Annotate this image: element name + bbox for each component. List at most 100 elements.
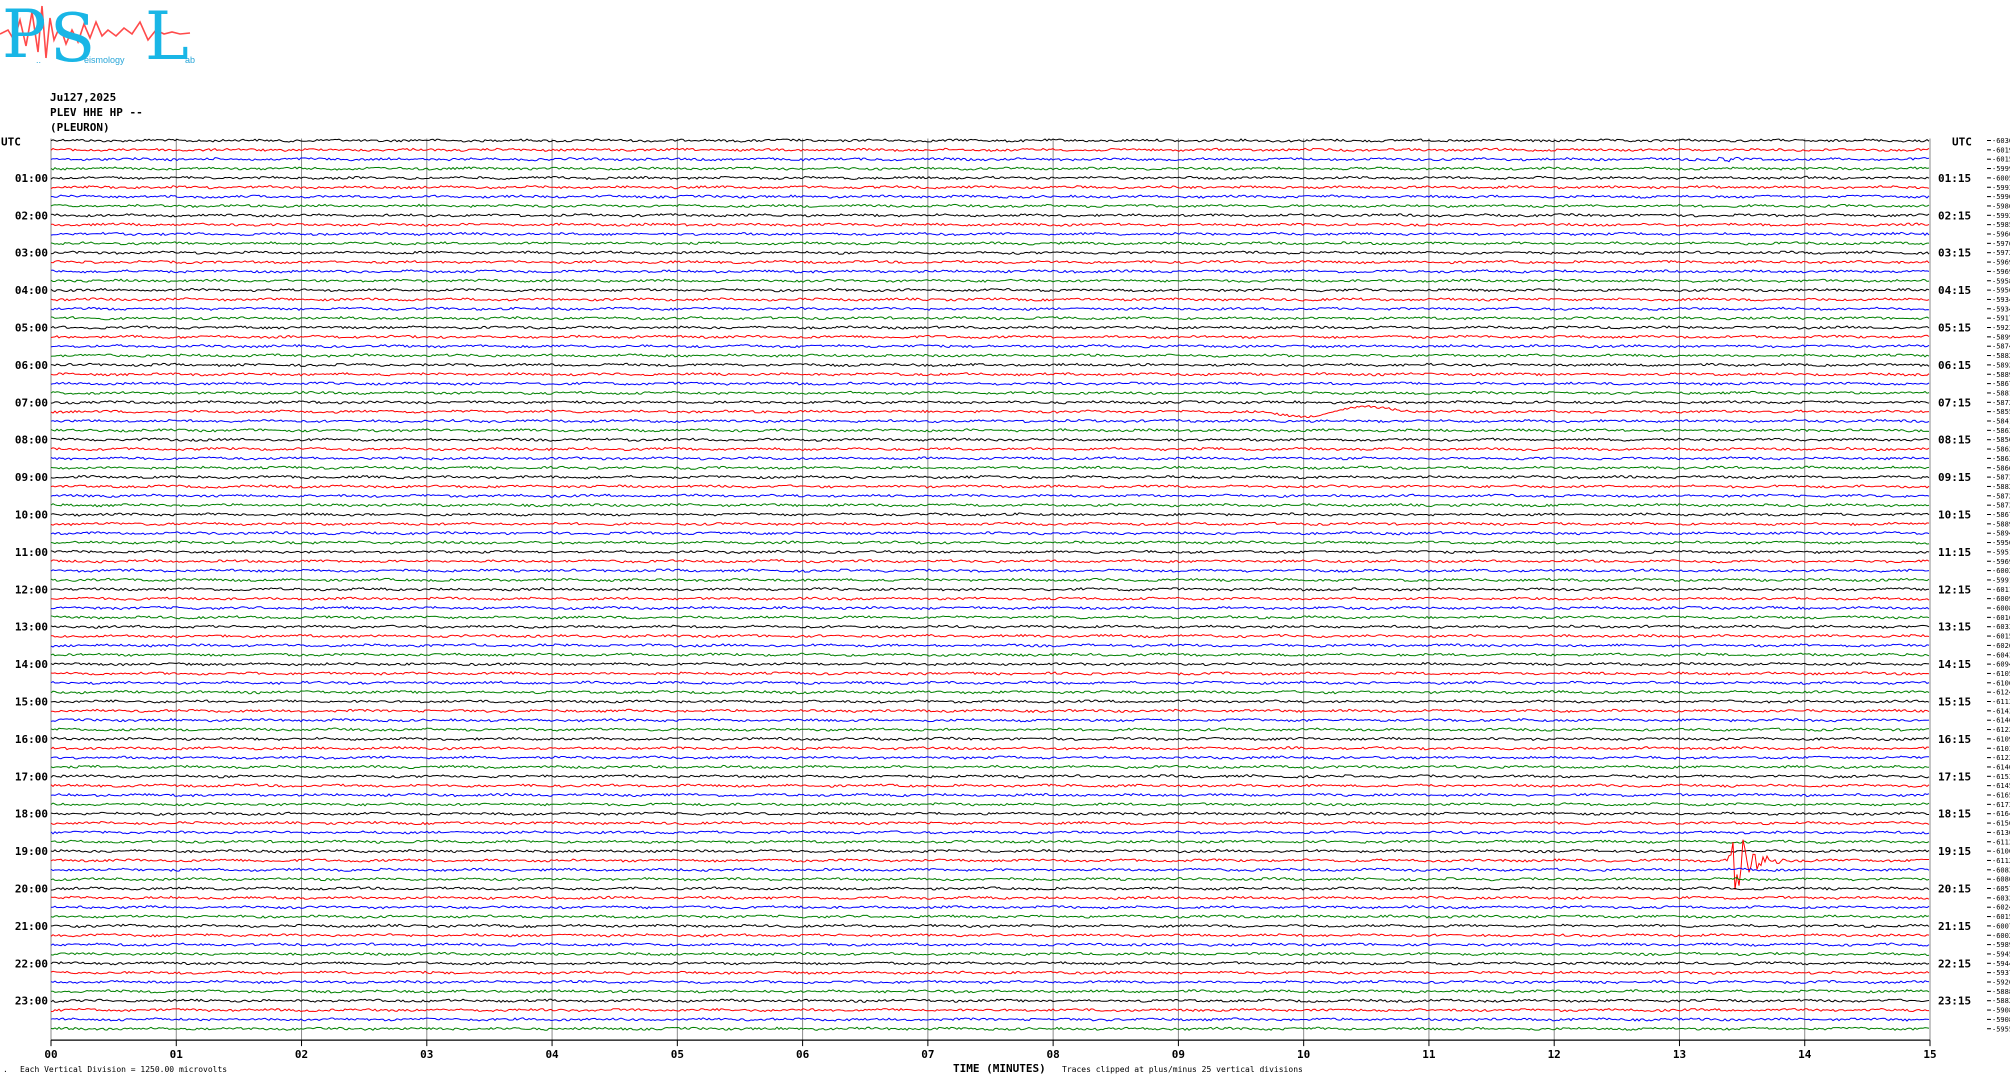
trace-line [50, 802, 1930, 807]
trace-offset-label: -6143 [1992, 707, 2010, 715]
trace-line [50, 961, 1930, 966]
trace-offset-label: -5841 [1992, 418, 2010, 426]
trace-line [50, 746, 1930, 751]
trace-offset-label: -5863 [1992, 427, 2010, 435]
trace-line [50, 820, 1930, 826]
trace-line [50, 559, 1930, 564]
left-hour-label: 15:00 [15, 696, 48, 709]
trace-line [50, 727, 1929, 732]
right-hour-label: 04:15 [1938, 284, 1971, 297]
trace-line [50, 979, 1930, 985]
trace-offset-label: -5881 [1992, 389, 2010, 397]
trace-offset-label: -5908 [1992, 1016, 2010, 1024]
trace-line [50, 474, 1930, 480]
right-hour-label: 23:15 [1938, 995, 1971, 1008]
right-hour-label: 09:15 [1938, 471, 1971, 484]
left-hour-label: 12:00 [15, 583, 48, 596]
trace-line [50, 867, 1930, 872]
right-hour-label: 02:15 [1938, 209, 1971, 222]
trace-offset-label: -5872 [1992, 399, 2010, 407]
trace-line [50, 390, 1930, 396]
trace-line [50, 783, 1930, 788]
trace-line [50, 521, 1930, 527]
right-hour-label: 15:15 [1938, 696, 1971, 709]
trace-offset-label: -5985 [1992, 221, 2010, 229]
x-tick-label: 03 [420, 1048, 433, 1061]
trace-offset-label: -6024 [1992, 904, 2010, 912]
trace-line [50, 540, 1930, 545]
right-utc-label: UTC [1952, 136, 1972, 149]
trace-offset-label: -6005 [1992, 174, 2010, 182]
trace-offset-label: -5894 [1992, 530, 2010, 538]
trace-line [50, 1017, 1930, 1022]
trace-line [50, 512, 1930, 517]
trace-line [50, 652, 1930, 657]
trace-offset-label: -5993 [1992, 184, 2010, 192]
trace-offset-label: -5862 [1992, 446, 2010, 454]
trace-offset-label: -6043 [1992, 651, 2010, 659]
left-hour-label: 05:00 [15, 322, 48, 335]
trace-line [50, 138, 1930, 143]
right-hour-label: 17:15 [1938, 770, 1971, 783]
trace-offset-label: -5873 [1992, 502, 2010, 510]
trace-offset-label: -6164 [1992, 810, 2010, 818]
x-tick-label: 12 [1548, 1048, 1561, 1061]
trace-offset-label: -5955 [1992, 1025, 2010, 1033]
trace-offset-label: -5986 [1992, 202, 2010, 210]
right-hour-label: 07:15 [1938, 396, 1971, 409]
right-hour-label: 11:15 [1938, 546, 1971, 559]
x-tick-label: 10 [1297, 1048, 1310, 1061]
trace-offset-label: -6124 [1992, 689, 2010, 697]
trace-offset-label: -6002 [1992, 932, 2010, 940]
right-hour-label: 16:15 [1938, 733, 1971, 746]
trace-offset-label: -5969 [1992, 558, 2010, 566]
trace-offset-label: -6173 [1992, 801, 2010, 809]
trace-offset-label: -6057 [1992, 885, 2010, 893]
trace-offset-label: -6009 [1992, 595, 2010, 603]
trace-line [50, 315, 1930, 321]
trace-line [50, 381, 1930, 386]
right-hour-label: 20:15 [1938, 883, 1971, 896]
trace-line [50, 923, 1930, 929]
trace-offset-label: -6007 [1992, 922, 2010, 930]
trace-offset-label: -5972 [1992, 249, 2010, 257]
trace-offset-label: -5873 [1992, 474, 2010, 482]
trace-offset-label: -5872 [1992, 492, 2010, 500]
trace-offset-label: -5937 [1992, 969, 2010, 977]
right-hour-label: 22:15 [1938, 957, 1971, 970]
trace-line [50, 437, 1930, 442]
trace-offset-label: -5882 [1992, 997, 2010, 1005]
trace-offset-label: -5934 [1992, 305, 2010, 313]
x-tick-label: 01 [170, 1048, 184, 1061]
trace-offset-label: -6145 [1992, 782, 2010, 790]
trace-line [50, 661, 1930, 667]
trace-line [50, 942, 1930, 947]
trace-offset-label: -6032 [1992, 894, 2010, 902]
trace-offset-label: -6030 [1992, 137, 2010, 145]
trace-offset-label: -5951 [1992, 548, 2010, 556]
trace-line [50, 1026, 1930, 1031]
left-hour-label: 18:00 [15, 808, 48, 821]
trace-offset-label: -5888 [1992, 988, 2010, 996]
trace-line [50, 839, 1929, 890]
right-hour-label: 08:15 [1938, 434, 1971, 447]
left-hour-label: 11:00 [15, 546, 48, 559]
left-hour-label: 07:00 [15, 396, 48, 409]
trace-offset-label: -5992 [1992, 212, 2010, 220]
trace-line [50, 596, 1930, 601]
right-hour-label: 12:15 [1938, 583, 1971, 596]
trace-offset-label: -6016 [1992, 614, 2010, 622]
trace-line [50, 577, 1930, 583]
trace-offset-label: -6080 [1992, 876, 2010, 884]
trace-offset-label: -6100 [1992, 848, 2010, 856]
left-hour-label: 09:00 [15, 471, 48, 484]
trace-line [50, 334, 1930, 340]
trace-offset-label: -5945 [1992, 950, 2010, 958]
trace-line [50, 792, 1930, 798]
left-hour-label: 16:00 [15, 733, 48, 746]
left-hour-label: 06:00 [15, 359, 48, 372]
trace-line [50, 156, 1930, 163]
trace-offset-label: -6083 [1992, 866, 2010, 874]
vertical-division-note: Each Vertical Division = 1250.00 microvo… [20, 1065, 228, 1074]
x-tick-label: 00 [44, 1048, 57, 1061]
